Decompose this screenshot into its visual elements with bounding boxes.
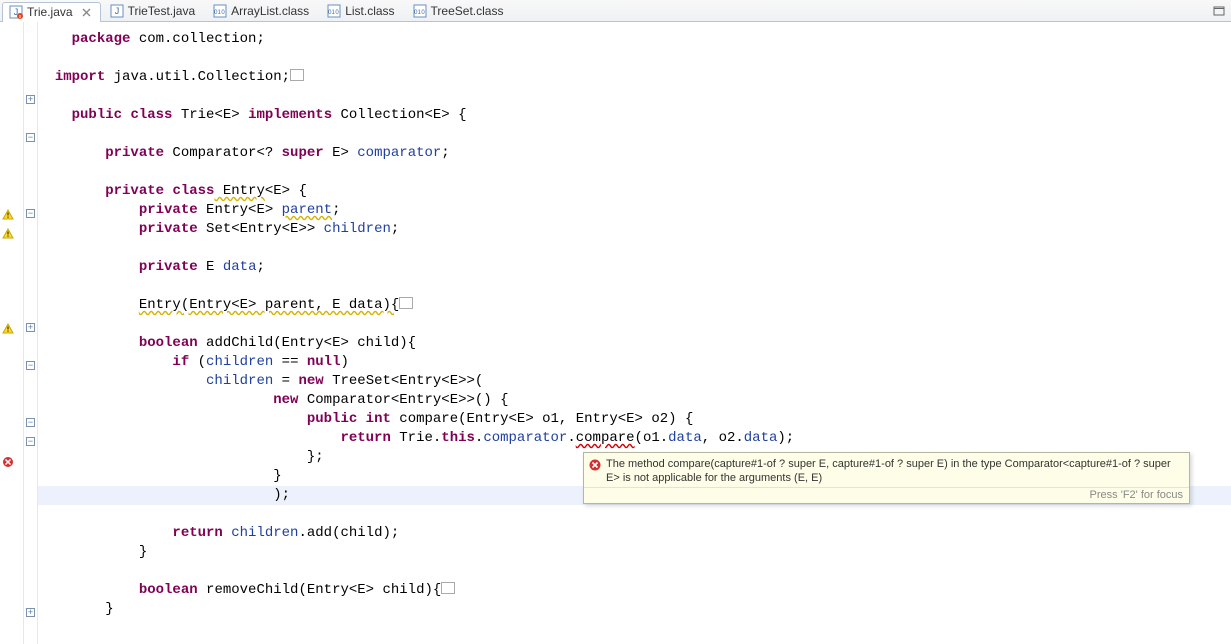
- svg-text:J: J: [114, 6, 119, 16]
- tab-label: List.class: [345, 4, 394, 18]
- warning-marker[interactable]: [2, 320, 22, 338]
- marker-gutter: [0, 22, 24, 644]
- error-hover-tooltip: The method compare(capture#1-of ? super …: [583, 452, 1190, 504]
- editor-tab-bar: Jx Trie.java J TrieTest.java 010 ArrayLi…: [0, 0, 1231, 22]
- class-file-icon: 010: [327, 4, 341, 18]
- warning-marker[interactable]: [2, 225, 22, 243]
- close-icon[interactable]: [81, 7, 92, 18]
- error-marker[interactable]: [2, 453, 22, 471]
- tab-label: ArrayList.class: [231, 4, 309, 18]
- class-file-icon: 010: [413, 4, 427, 18]
- error-icon: [588, 458, 602, 472]
- fold-expand-icon[interactable]: +: [26, 608, 35, 617]
- tab-list-class[interactable]: 010 List.class: [320, 1, 403, 21]
- tab-trie-java[interactable]: Jx Trie.java: [2, 2, 101, 22]
- fold-collapse-icon[interactable]: −: [26, 437, 35, 446]
- tab-treeset-class[interactable]: 010 TreeSet.class: [406, 1, 513, 21]
- warning-marker[interactable]: [2, 206, 22, 224]
- fold-collapse-icon[interactable]: −: [26, 133, 35, 142]
- java-file-error-icon: Jx: [9, 5, 23, 19]
- fold-expand-icon[interactable]: +: [26, 323, 35, 332]
- fold-collapse-icon[interactable]: −: [26, 209, 35, 218]
- tab-label: Trie.java: [27, 5, 73, 19]
- code-content[interactable]: package com.collection; import java.util…: [38, 22, 1231, 644]
- maximize-icon[interactable]: [1211, 3, 1227, 19]
- hover-footer-hint: Press 'F2' for focus: [584, 487, 1189, 503]
- tab-arraylist-class[interactable]: 010 ArrayList.class: [206, 1, 318, 21]
- tab-label: TreeSet.class: [431, 4, 504, 18]
- java-file-icon: J: [110, 4, 124, 18]
- fold-gutter: + − − + − − − +: [24, 22, 38, 644]
- code-editor[interactable]: + − − + − − − + package com.collection; …: [0, 22, 1231, 644]
- fold-collapse-icon[interactable]: −: [26, 418, 35, 427]
- error-message: The method compare(capture#1-of ? super …: [606, 457, 1183, 485]
- fold-expand-icon[interactable]: +: [26, 95, 35, 104]
- class-file-icon: 010: [213, 4, 227, 18]
- tab-trietest-java[interactable]: J TrieTest.java: [103, 1, 205, 21]
- fold-collapse-icon[interactable]: −: [26, 361, 35, 370]
- tab-label: TrieTest.java: [128, 4, 196, 18]
